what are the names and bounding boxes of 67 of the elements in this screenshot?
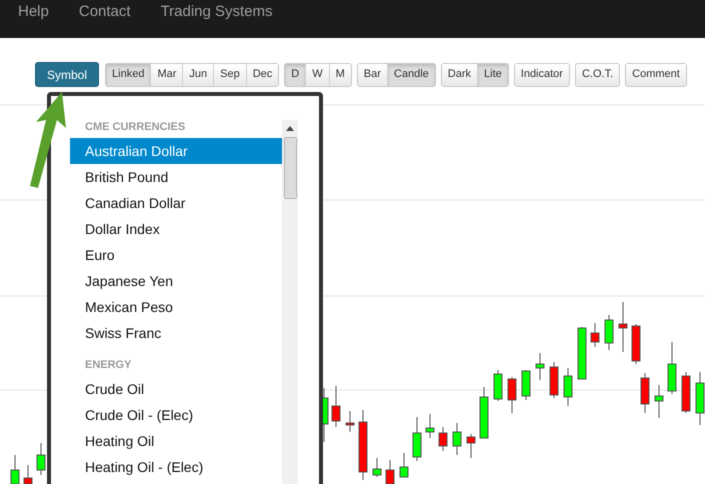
candlestick	[466, 434, 476, 458]
candlestick	[332, 386, 340, 428]
toolbar-button[interactable]: Candle	[386, 64, 435, 86]
candlestick	[536, 352, 544, 380]
toolbar-button[interactable]: Bar	[358, 64, 387, 86]
toolbar-button[interactable]: Mar	[150, 64, 182, 86]
candlestick	[452, 422, 462, 456]
toolbar-button[interactable]: W	[305, 64, 329, 86]
dropdown-item[interactable]: Crude Oil	[70, 376, 282, 402]
candlestick	[372, 458, 382, 478]
nav-link[interactable]: Help	[18, 4, 49, 32]
candlestick	[590, 322, 600, 348]
dropdown-item[interactable]: Australian Dollar	[70, 138, 282, 164]
dropdown-item[interactable]: Dollar Index	[70, 216, 282, 242]
candlestick	[346, 410, 354, 432]
toolbar-button[interactable]: D	[285, 64, 306, 86]
candlestick	[24, 464, 32, 484]
symbol-button[interactable]: Symbol	[35, 62, 100, 87]
candlestick	[438, 426, 448, 452]
candlestick	[668, 342, 676, 394]
candlestick	[578, 326, 586, 380]
nav-link[interactable]: Contact	[78, 4, 131, 32]
candlestick	[480, 386, 488, 438]
dropdown-item[interactable]: Japanese Yen	[70, 268, 282, 294]
dropdown-item[interactable]: Heating Oil - (Elec)	[70, 454, 282, 480]
toolbar-button[interactable]: C.O.T.	[576, 64, 620, 86]
toolbar-button[interactable]: Linked	[106, 64, 150, 86]
toolbar-button[interactable]: Dec	[246, 64, 278, 86]
candlestick	[36, 442, 46, 476]
candlestick	[426, 414, 434, 438]
toolbar-button[interactable]: M	[328, 64, 351, 86]
candlestick	[640, 372, 650, 414]
toolbar-button[interactable]: Dark	[442, 64, 478, 86]
dropdown-item[interactable]: Euro	[70, 242, 282, 268]
dropdown-item[interactable]: Heating Oil	[70, 428, 282, 454]
candlestick	[358, 410, 368, 480]
section-heading: ENERGY	[84, 358, 132, 373]
scrollbar-thumb[interactable]	[284, 137, 296, 199]
scrollbar[interactable]	[282, 120, 298, 484]
candlestick	[618, 302, 628, 352]
candlestick	[632, 324, 640, 364]
dropdown-item[interactable]: Crude Oil - (Elec)	[70, 402, 282, 428]
dropdown-item[interactable]: British Pound	[70, 164, 282, 190]
section-heading: CME CURRENCIES	[84, 120, 186, 135]
candlestick	[564, 368, 572, 406]
candlestick	[696, 372, 704, 426]
candlestick	[494, 370, 502, 402]
scroll-up-icon[interactable]	[286, 126, 294, 131]
toolbar-button[interactable]: Sep	[213, 64, 246, 86]
dropdown-item[interactable]: Mexican Peso	[70, 294, 282, 320]
candlestick	[682, 372, 690, 414]
toolbar-button[interactable]: Jun	[182, 64, 214, 86]
candlestick	[400, 452, 408, 478]
dropdown-item[interactable]: Canadian Dollar	[70, 190, 282, 216]
candlestick	[412, 416, 422, 462]
candlestick	[386, 460, 394, 484]
candlestick	[508, 376, 516, 414]
candlestick	[654, 384, 664, 418]
dropdown-item[interactable]: Swiss Franc	[70, 320, 282, 346]
nav-link[interactable]: Trading Systems	[160, 4, 273, 32]
toolbar-button[interactable]: Indicator	[514, 64, 569, 86]
candlestick	[604, 314, 614, 350]
candlestick	[550, 362, 558, 398]
toolbar-button[interactable]: Comment	[626, 64, 686, 86]
candlestick	[10, 454, 20, 484]
toolbar-button[interactable]: Lite	[477, 64, 508, 86]
candlestick	[522, 370, 530, 400]
